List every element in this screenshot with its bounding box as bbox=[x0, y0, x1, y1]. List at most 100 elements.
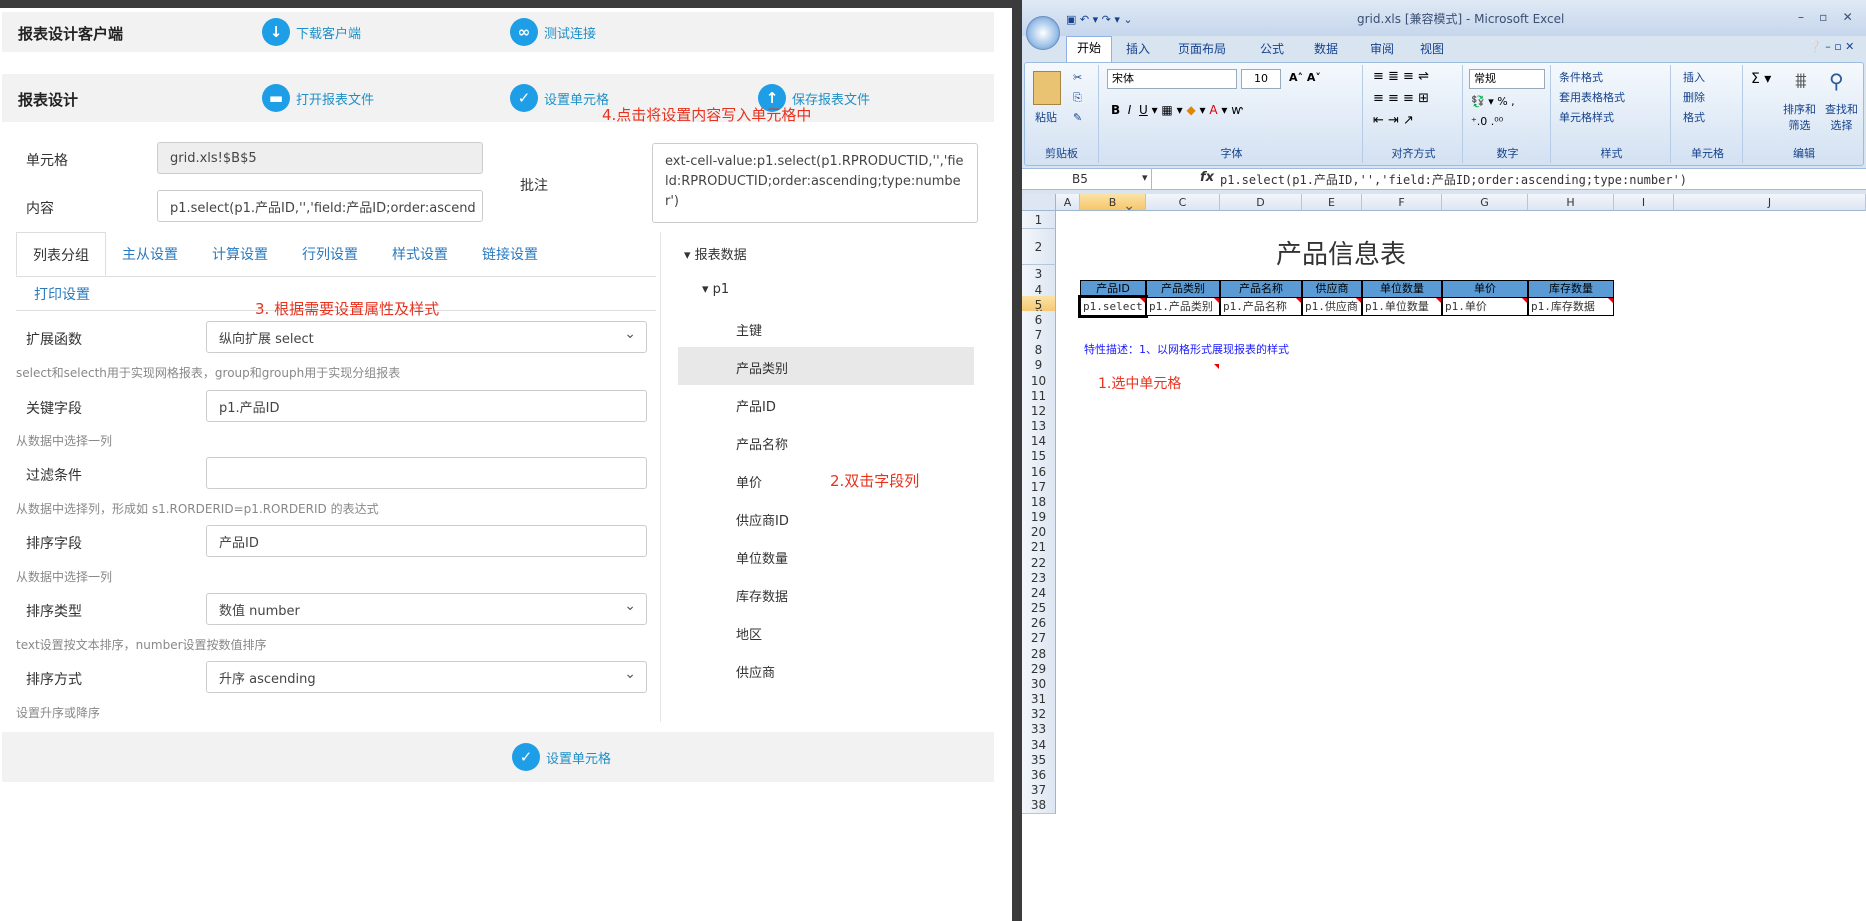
table-header-cell[interactable]: 产品名称 bbox=[1220, 280, 1302, 298]
format-cells-button[interactable]: 格式 bbox=[1683, 109, 1705, 125]
tree-field[interactable]: 产品名称 bbox=[736, 434, 788, 453]
column-header[interactable]: F bbox=[1362, 194, 1442, 211]
table-header-cell[interactable]: 单价 bbox=[1442, 280, 1528, 298]
ribbon-tab-view[interactable]: 视图 bbox=[1420, 40, 1444, 57]
number-icons[interactable]: 💱 ▾ % , bbox=[1471, 95, 1515, 108]
window-controls[interactable]: – ▫ ✕ bbox=[1798, 10, 1853, 24]
paste-icon[interactable] bbox=[1033, 71, 1061, 105]
find-select-label[interactable]: 查找和 选择 bbox=[1825, 101, 1858, 133]
test-connection-button[interactable]: ∞ 测试连接 bbox=[510, 18, 596, 46]
sheet-title[interactable]: 产品信息表 bbox=[1276, 234, 1406, 271]
ribbon-tab-insert[interactable]: 插入 bbox=[1126, 40, 1150, 57]
table-data-cell[interactable]: p1.产品名称 bbox=[1220, 297, 1302, 316]
paste-label[interactable]: 粘贴 bbox=[1035, 109, 1057, 125]
content-field[interactable]: p1.select(p1.产品ID,'','field:产品ID;order:a… bbox=[157, 190, 483, 222]
comment-textarea[interactable]: ext-cell-value:p1.select(p1.RPRODUCTID,'… bbox=[652, 143, 978, 223]
autosum-icon[interactable]: Σ ▾ bbox=[1751, 71, 1771, 87]
sort-filter-icon[interactable]: ⩩ bbox=[1795, 69, 1807, 94]
function-icon[interactable]: fx bbox=[1200, 170, 1214, 185]
formula-input[interactable]: p1.select(p1.产品ID,'','field:产品ID;order:a… bbox=[1220, 171, 1687, 188]
insert-cells-button[interactable]: 插入 bbox=[1683, 69, 1705, 85]
tab-rows-cols[interactable]: 行列设置 bbox=[302, 244, 358, 264]
tree-field[interactable]: 供应商ID bbox=[736, 510, 789, 529]
tree-dataset-p1[interactable]: ▾ p1 bbox=[702, 282, 729, 297]
key-field-input[interactable]: p1.产品ID bbox=[206, 390, 647, 422]
expand-function-select[interactable]: 纵向扩展 select bbox=[206, 321, 647, 353]
download-client-button[interactable]: ↓ 下载客户端 bbox=[262, 18, 361, 46]
column-header[interactable]: E bbox=[1302, 194, 1362, 211]
tree-field[interactable]: 供应商 bbox=[736, 662, 775, 681]
column-header[interactable]: B bbox=[1080, 194, 1146, 215]
select-all-corner[interactable] bbox=[1022, 194, 1056, 211]
font-name-box[interactable]: 宋体 bbox=[1107, 69, 1237, 89]
delete-cells-button[interactable]: 删除 bbox=[1683, 89, 1705, 105]
format-as-table-button[interactable]: 套用表格格式 bbox=[1559, 89, 1625, 105]
set-cell-bottom-button[interactable]: ✓ 设置单元格 bbox=[512, 743, 611, 771]
table-data-cell[interactable]: p1.库存数据 bbox=[1528, 297, 1614, 316]
column-header[interactable]: C bbox=[1146, 194, 1220, 211]
table-data-cell[interactable]: p1.单价 bbox=[1442, 297, 1528, 316]
help-icon[interactable]: ❔ – ▫ ✕ bbox=[1808, 40, 1854, 53]
cell-styles-button[interactable]: 单元格样式 bbox=[1559, 109, 1614, 125]
table-data-cell[interactable]: p1.产品类别 bbox=[1146, 297, 1220, 316]
column-header[interactable]: J bbox=[1674, 194, 1866, 211]
tree-field[interactable]: 地区 bbox=[736, 624, 762, 643]
column-header[interactable]: H bbox=[1528, 194, 1614, 211]
tree-field[interactable]: 库存数据 bbox=[736, 586, 788, 605]
align-icons-row1[interactable]: ≡ ≣ ≡ ⇌ bbox=[1373, 69, 1429, 84]
grow-font-icon[interactable]: A˄ A˅ bbox=[1289, 71, 1321, 84]
tab-master-detail[interactable]: 主从设置 bbox=[122, 244, 178, 264]
tree-field[interactable]: 产品类别 bbox=[736, 358, 788, 377]
table-header-cell[interactable]: 单位数量 bbox=[1362, 280, 1442, 298]
tab-link[interactable]: 链接设置 bbox=[482, 244, 538, 264]
sort-order-select[interactable]: 升序 ascending bbox=[206, 661, 647, 693]
tree-field[interactable]: 单位数量 bbox=[736, 548, 788, 567]
set-cell-top-button[interactable]: ✓ 设置单元格 bbox=[510, 84, 609, 112]
ribbon-tab-formulas[interactable]: 公式 bbox=[1260, 40, 1284, 57]
number-format-box[interactable]: 常规 bbox=[1469, 69, 1545, 89]
tree-field[interactable]: 产品ID bbox=[736, 396, 776, 415]
name-box-dropdown-icon[interactable]: ▾ bbox=[1142, 171, 1148, 184]
table-header-cell[interactable]: 库存数量 bbox=[1528, 280, 1614, 298]
table-header-cell[interactable]: 产品类别 bbox=[1146, 280, 1220, 298]
filter-input[interactable] bbox=[206, 457, 647, 489]
worksheet-grid[interactable]: 产品信息表 特性描述：1、以网格形式展现报表的样式 1.选中单元格 ABCDEF… bbox=[1022, 194, 1866, 921]
tab-style[interactable]: 样式设置 bbox=[392, 244, 448, 264]
indent-icons[interactable]: ⇤ ⇥ ↗ bbox=[1373, 113, 1414, 128]
cut-icon[interactable]: ✂ bbox=[1073, 71, 1082, 84]
decimal-icons[interactable]: ⁺.0 .⁰⁰ bbox=[1471, 115, 1503, 128]
sort-field-input[interactable]: 产品ID bbox=[206, 525, 647, 557]
column-header[interactable]: D bbox=[1220, 194, 1302, 211]
ribbon-tab-review[interactable]: 审阅 bbox=[1370, 40, 1394, 57]
font-format-icons[interactable]: B I U ▾ ▦ ▾ ◆ ▾ A ▾ ⱳ bbox=[1111, 103, 1243, 117]
tree-root[interactable]: ▾ 报表数据 bbox=[684, 244, 747, 263]
feature-description[interactable]: 特性描述：1、以网格形式展现报表的样式 bbox=[1084, 341, 1289, 357]
sort-type-select[interactable]: 数值 number bbox=[206, 593, 647, 625]
table-data-cell[interactable]: p1.供应商 bbox=[1302, 297, 1362, 316]
table-header-cell[interactable]: 供应商 bbox=[1302, 280, 1362, 298]
tab-list-group[interactable]: 列表分组 bbox=[16, 232, 106, 276]
conditional-format-button[interactable]: 条件格式 bbox=[1559, 69, 1603, 85]
tree-field[interactable]: 单价 bbox=[736, 472, 762, 491]
copy-icon[interactable]: ⎘ bbox=[1073, 91, 1082, 105]
align-icons-row2[interactable]: ≡ ≡ ≡ ⊞ bbox=[1373, 91, 1429, 106]
tab-calc[interactable]: 计算设置 bbox=[212, 244, 268, 264]
tree-field[interactable]: 主键 bbox=[736, 320, 762, 339]
font-size-box[interactable]: 10 bbox=[1241, 69, 1281, 89]
row-header[interactable]: 2 bbox=[1022, 229, 1056, 266]
row-header[interactable]: 38 bbox=[1022, 796, 1056, 815]
table-header-cell[interactable]: 产品ID bbox=[1080, 280, 1146, 298]
quick-access-icons[interactable]: ▣ ↶ ▾ ↷ ▾ ⌄ bbox=[1066, 13, 1133, 26]
ribbon-tab-data[interactable]: 数据 bbox=[1314, 40, 1338, 57]
ribbon-tab-home[interactable]: 开始 bbox=[1066, 36, 1113, 62]
column-header[interactable]: G bbox=[1442, 194, 1528, 211]
row-header[interactable]: 1 bbox=[1022, 211, 1056, 229]
cell-field[interactable]: grid.xls!$B$5 bbox=[157, 142, 483, 174]
format-painter-icon[interactable]: ✎ bbox=[1073, 111, 1082, 124]
tab-print[interactable]: 打印设置 bbox=[34, 284, 90, 304]
open-report-button[interactable]: ▬ 打开报表文件 bbox=[262, 84, 374, 112]
column-header[interactable]: I bbox=[1614, 194, 1674, 211]
table-data-cell[interactable]: p1.select( bbox=[1078, 295, 1148, 318]
column-header[interactable]: A bbox=[1056, 194, 1080, 211]
find-select-icon[interactable]: ⚲ bbox=[1829, 69, 1844, 93]
